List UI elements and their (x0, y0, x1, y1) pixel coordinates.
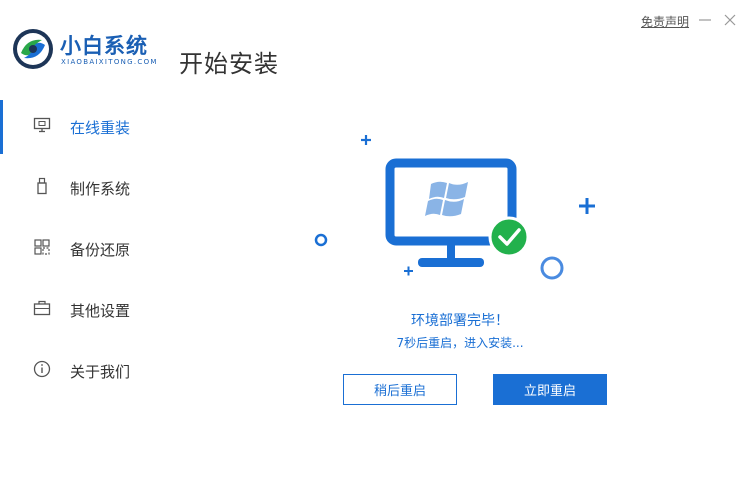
plus-decoration-icon (361, 135, 371, 145)
install-illustration (314, 135, 595, 280)
sidebar-item-make-system[interactable]: 制作系统 (0, 159, 200, 215)
minimize-icon[interactable] (697, 12, 713, 28)
brand-name: 小白系统 (60, 34, 148, 58)
sidebar-item-online-reinstall[interactable]: 在线重装 (0, 98, 200, 154)
usb-icon (37, 177, 47, 195)
ring-decoration-icon (314, 233, 328, 247)
status-title: 环境部署完毕！ (411, 313, 509, 329)
sidebar-item-backup-restore[interactable]: 备份还原 (0, 220, 200, 276)
success-check-icon (488, 216, 530, 258)
disclaimer-link[interactable]: 免责声明 (641, 13, 689, 30)
restart-later-button[interactable]: 稍后重启 (343, 374, 457, 405)
monitor-icon (33, 117, 51, 133)
info-icon (33, 360, 51, 378)
page-title: 开始安装 (179, 50, 279, 78)
sidebar-item-label: 在线重装 (70, 119, 131, 137)
windows-logo-icon (425, 181, 468, 217)
brand-subtitle: XIAOBAIXITONG.COM (61, 58, 158, 66)
restart-now-button[interactable]: 立即重启 (493, 374, 607, 405)
restart-countdown: 7秒后重启，进入安装... (396, 336, 524, 350)
backup-icon (34, 239, 50, 255)
ring-decoration-icon (540, 256, 564, 280)
close-icon[interactable] (722, 12, 738, 28)
sidebar-item-label: 备份还原 (70, 241, 131, 259)
plus-decoration-icon (579, 198, 595, 214)
brand-logo-icon (13, 29, 53, 69)
sidebar-item-label: 制作系统 (70, 180, 131, 198)
plus-decoration-icon (404, 266, 413, 276)
sidebar-item-label: 关于我们 (70, 363, 131, 381)
